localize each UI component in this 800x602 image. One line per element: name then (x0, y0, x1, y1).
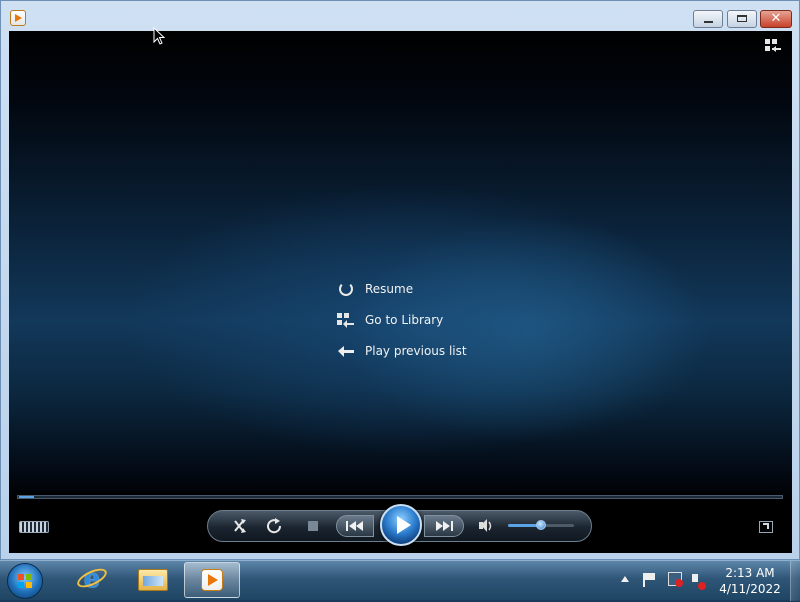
windows-media-player-icon (201, 569, 223, 591)
taskbar-item-internet-explorer[interactable]: e (64, 562, 120, 598)
taskbar-item-windows-explorer[interactable] (124, 562, 180, 598)
media-player-window: ✕ Resume Go to Library Play previous lis… (0, 0, 800, 560)
network-icon[interactable] (668, 572, 683, 587)
playback-controls (207, 504, 592, 546)
maximize-icon (737, 15, 747, 22)
menu-item-label: Go to Library (365, 313, 444, 327)
play-icon (397, 516, 411, 534)
mute-button[interactable] (474, 511, 496, 541)
repeat-button[interactable] (262, 511, 286, 541)
mouse-cursor (153, 27, 166, 45)
shuffle-icon (234, 519, 246, 533)
play-button[interactable] (380, 504, 422, 546)
action-center-flag-icon[interactable] (643, 573, 655, 587)
switch-to-library-button[interactable] (765, 39, 783, 53)
volume-muted-icon[interactable] (692, 574, 706, 590)
menu-item-label: Play previous list (365, 344, 467, 358)
next-button[interactable] (424, 515, 464, 537)
resume-icon (337, 280, 355, 298)
taskbar-item-windows-media-player[interactable] (184, 562, 240, 598)
seek-bar-progress (19, 496, 34, 498)
windows-logo-icon (18, 574, 32, 588)
volume-slider-thumb[interactable] (536, 520, 546, 530)
menu-item-play-previous-list[interactable]: Play previous list (337, 339, 467, 363)
menu-item-go-to-library[interactable]: Go to Library (337, 308, 443, 332)
stop-icon (308, 521, 318, 531)
playback-quality-meter (19, 521, 49, 533)
library-icon (337, 311, 355, 329)
clock-date: 4/11/2022 (719, 582, 781, 596)
windows-explorer-icon (138, 569, 168, 591)
minimize-icon (704, 21, 713, 23)
close-icon: ✕ (770, 11, 782, 26)
show-hidden-icons-button[interactable] (621, 576, 629, 582)
shuffle-button[interactable] (230, 511, 254, 541)
clock[interactable]: 2:13 AM 4/11/2022 (715, 565, 785, 597)
close-button[interactable]: ✕ (760, 10, 792, 28)
repeat-icon (267, 518, 282, 534)
minimize-button[interactable] (693, 10, 723, 28)
fullscreen-button[interactable] (759, 521, 773, 533)
menu-item-label: Resume (365, 282, 414, 296)
show-desktop-button[interactable] (790, 561, 800, 601)
taskbar: e 2:13 AM 4/11/2022 (0, 560, 800, 601)
now-playing-area: Resume Go to Library Play previous list (9, 31, 792, 553)
menu-item-resume[interactable]: Resume (337, 277, 413, 301)
seek-bar[interactable] (17, 495, 783, 499)
windows-media-player-app-icon[interactable] (10, 10, 26, 26)
stop-button[interactable] (304, 511, 324, 541)
previous-button[interactable] (336, 515, 374, 537)
back-arrow-icon (337, 342, 355, 360)
sound-waves-icon (488, 521, 492, 531)
clock-time: 2:13 AM (725, 566, 775, 580)
maximize-button[interactable] (727, 10, 757, 28)
title-bar[interactable]: ✕ (1, 1, 799, 31)
start-button[interactable] (7, 563, 43, 599)
